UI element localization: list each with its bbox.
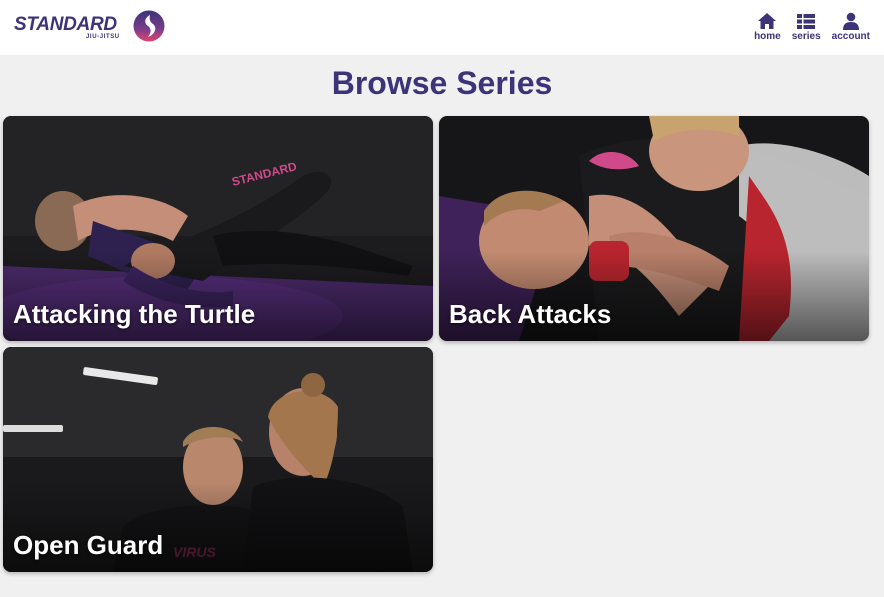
main-nav: home series account [754,12,870,43]
series-card-open-guard[interactable]: VIRUS Open Guard [3,347,433,572]
standard-jiu-jitsu-logo[interactable]: STANDARD JIU-JITSU [14,9,166,43]
series-card-title: Back Attacks [449,299,612,329]
flame-logo-icon [133,10,165,42]
nav-home[interactable]: home [754,12,781,43]
logo-subtitle: JIU-JITSU [86,34,120,40]
nav-account-label: account [831,31,870,42]
series-card-back-attacks[interactable]: Back Attacks [439,116,869,341]
list-icon [797,14,816,29]
series-card-title: Attacking the Turtle [13,299,256,329]
series-card-attacking-the-turtle[interactable]: STANDARD Attacking the Turtle [3,116,433,341]
nav-account[interactable]: account [832,12,870,43]
nav-series[interactable]: series [792,12,821,43]
page-title: Browse Series [331,65,553,101]
nav-home-label: home [754,31,781,42]
home-icon [758,13,777,29]
top-bar: STANDARD JIU-JITSU home series account [0,0,884,55]
series-card-title: Open Guard [13,530,164,560]
logo-wordmark: STANDARD [14,14,117,35]
user-icon [842,12,859,30]
nav-series-label: series [791,31,821,42]
